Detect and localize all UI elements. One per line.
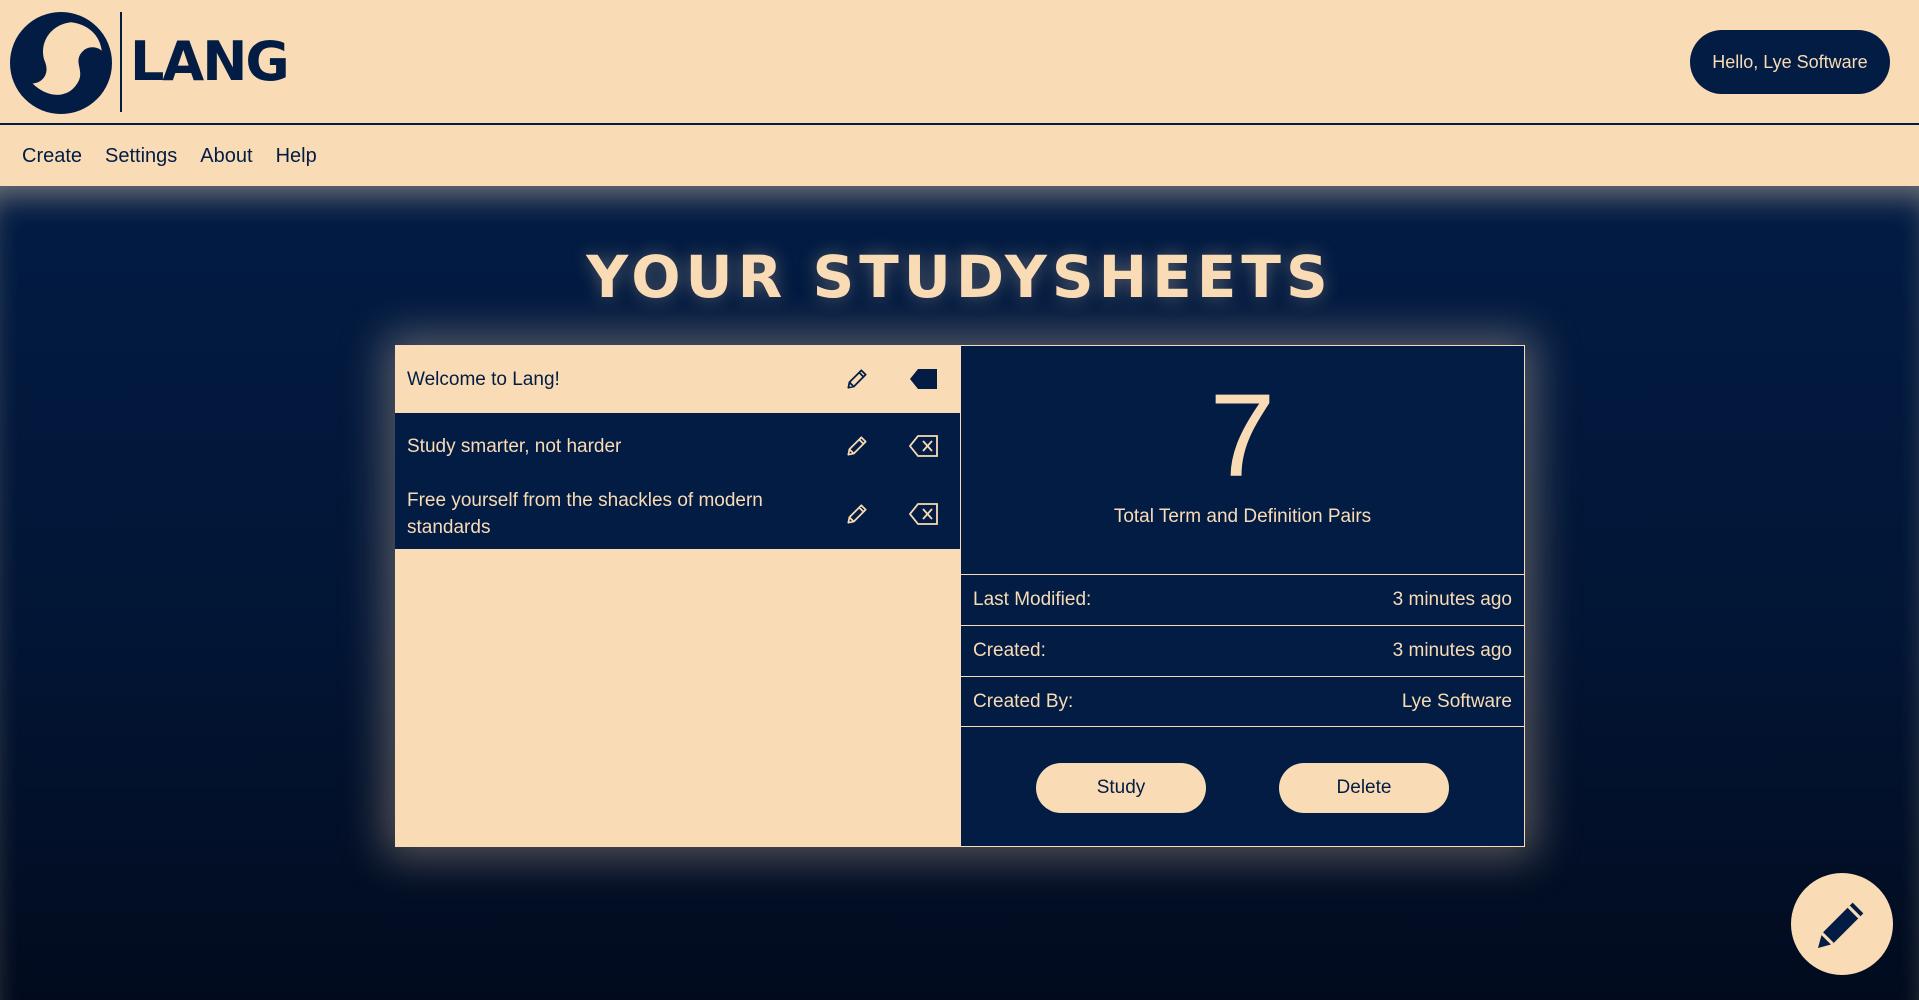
studysheet-item[interactable]: Study smarter, not harder	[395, 413, 960, 479]
backspace-icon[interactable]	[908, 367, 940, 391]
backspace-icon[interactable]	[908, 434, 940, 458]
create-fab-button[interactable]	[1791, 873, 1893, 975]
pencil-icon[interactable]	[842, 499, 872, 529]
nav-settings[interactable]: Settings	[105, 145, 177, 168]
page-title: YOUR STUDYSHEETS	[586, 243, 1333, 311]
detail-actions: Study Delete	[961, 763, 1524, 813]
lang-logo-icon[interactable]	[10, 12, 112, 114]
nav-create[interactable]: Create	[22, 145, 82, 168]
backspace-icon[interactable]	[908, 502, 940, 526]
studysheet-title: Study smarter, not harder	[407, 435, 622, 457]
metadata-row-created-by: Created By: Lye Software	[961, 676, 1524, 727]
nav-help[interactable]: Help	[276, 145, 317, 168]
nav-bar: Create Settings About Help	[0, 127, 1919, 186]
header: LANG Hello, Lye Software	[0, 0, 1919, 125]
study-button[interactable]: Study	[1036, 763, 1206, 813]
studysheet-item-selected[interactable]: Welcome to Lang!	[395, 345, 960, 413]
metadata-value: 3 minutes ago	[1392, 589, 1512, 610]
studysheet-list: Welcome to Lang! Study smarter, not hard…	[395, 345, 960, 847]
logo-divider	[120, 12, 122, 112]
metadata-label: Last Modified:	[973, 589, 1092, 610]
pencil-icon[interactable]	[842, 364, 872, 394]
nav-about[interactable]: About	[200, 145, 252, 168]
metadata-label: Created By:	[973, 690, 1074, 712]
studysheet-item[interactable]: Free yourself from the shackles of moder…	[395, 479, 960, 549]
brand-name[interactable]: LANG	[130, 30, 290, 94]
pair-count-label: Total Term and Definition Pairs	[1113, 506, 1372, 527]
metadata-value: Lye Software	[1401, 690, 1512, 712]
studysheet-title: Welcome to Lang!	[407, 368, 560, 390]
pencil-icon	[1818, 902, 1864, 948]
studysheet-title: Free yourself from the shackles of moder…	[407, 490, 763, 538]
metadata-row-last-modified: Last Modified: 3 minutes ago	[961, 574, 1524, 625]
metadata-value: 3 minutes ago	[1392, 640, 1512, 661]
metadata-table: Last Modified: 3 minutes ago Created: 3 …	[961, 574, 1524, 727]
pair-count: 7	[1209, 370, 1276, 502]
metadata-label: Created:	[973, 640, 1046, 661]
metadata-row-created: Created: 3 minutes ago	[961, 625, 1524, 676]
studysheet-panel: Welcome to Lang! Study smarter, not hard…	[395, 345, 1525, 847]
user-greeting-button[interactable]: Hello, Lye Software	[1690, 30, 1890, 94]
pencil-icon[interactable]	[842, 431, 872, 461]
delete-button[interactable]: Delete	[1279, 763, 1449, 813]
studysheet-detail: 7 Total Term and Definition Pairs Last M…	[960, 345, 1525, 847]
main-content: YOUR STUDYSHEETS Welcome to Lang! Study …	[0, 186, 1919, 1000]
